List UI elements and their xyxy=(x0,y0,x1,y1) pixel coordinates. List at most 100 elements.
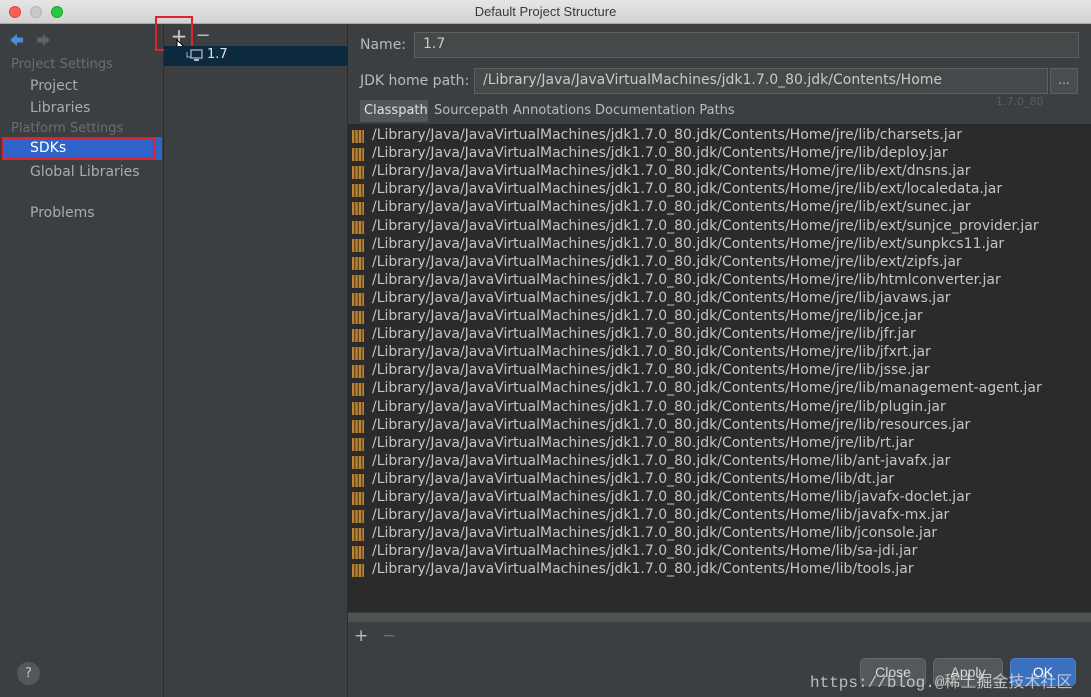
forward-arrow-icon[interactable] xyxy=(34,31,52,49)
project-settings-heading: Project Settings xyxy=(11,57,113,72)
classpath-row[interactable]: /Library/Java/JavaVirtualMachines/jdk1.7… xyxy=(348,525,1091,543)
classpath-entry: /Library/Java/JavaVirtualMachines/jdk1.7… xyxy=(372,181,1003,198)
sdk-list-item[interactable]: 1.7 xyxy=(164,46,348,66)
remove-path-button[interactable]: − xyxy=(382,626,396,646)
classpath-entry: /Library/Java/JavaVirtualMachines/jdk1.7… xyxy=(372,253,962,270)
horizontal-scrollbar[interactable] xyxy=(348,613,1091,622)
sdk-icon xyxy=(186,49,203,61)
classpath-entry: /Library/Java/JavaVirtualMachines/jdk1.7… xyxy=(372,416,971,433)
jar-icon xyxy=(352,148,364,162)
jar-icon xyxy=(352,184,364,198)
sdk-name-label: 1.7 xyxy=(207,47,228,62)
classpath-row[interactable]: /Library/Java/JavaVirtualMachines/jdk1.7… xyxy=(348,435,1091,453)
jar-icon xyxy=(352,365,364,379)
sdk-details-panel: Name: 1.7 JDK home path: /Library/Java/J… xyxy=(348,24,1091,697)
jar-icon xyxy=(352,437,364,451)
classpath-row[interactable]: /Library/Java/JavaVirtualMachines/jdk1.7… xyxy=(348,218,1091,236)
classpath-entry: /Library/Java/JavaVirtualMachines/jdk1.7… xyxy=(372,217,1039,234)
classpath-row[interactable]: /Library/Java/JavaVirtualMachines/jdk1.7… xyxy=(348,453,1091,471)
classpath-entry: /Library/Java/JavaVirtualMachines/jdk1.7… xyxy=(372,308,923,324)
classpath-entry: /Library/Java/JavaVirtualMachines/jdk1.7… xyxy=(372,470,895,487)
classpath-row[interactable]: /Library/Java/JavaVirtualMachines/jdk1.7… xyxy=(348,399,1091,417)
classpath-list[interactable]: /Library/Java/JavaVirtualMachines/jdk1.7… xyxy=(348,124,1091,612)
classpath-row[interactable]: /Library/Java/JavaVirtualMachines/jdk1.7… xyxy=(348,326,1091,344)
name-field[interactable]: 1.7 xyxy=(414,32,1079,58)
jar-icon xyxy=(352,528,364,542)
platform-settings-heading: Platform Settings xyxy=(11,121,124,136)
classpath-row[interactable]: /Library/Java/JavaVirtualMachines/jdk1.7… xyxy=(348,380,1091,398)
classpath-row[interactable]: /Library/Java/JavaVirtualMachines/jdk1.7… xyxy=(348,561,1091,579)
classpath-entry: /Library/Java/JavaVirtualMachines/jdk1.7… xyxy=(372,127,963,143)
back-arrow-icon[interactable] xyxy=(8,31,26,49)
classpath-entry: /Library/Java/JavaVirtualMachines/jdk1.7… xyxy=(372,344,931,361)
highlight-box-sdks xyxy=(2,137,155,160)
classpath-row[interactable]: /Library/Java/JavaVirtualMachines/jdk1.7… xyxy=(348,254,1091,272)
classpath-entry: /Library/Java/JavaVirtualMachines/jdk1.7… xyxy=(372,525,938,542)
classpath-entry: /Library/Java/JavaVirtualMachines/jdk1.7… xyxy=(372,452,951,469)
classpath-entry: /Library/Java/JavaVirtualMachines/jdk1.7… xyxy=(372,434,914,451)
tab-sourcepath[interactable]: Sourcepath xyxy=(430,100,510,122)
classpath-row[interactable]: /Library/Java/JavaVirtualMachines/jdk1.7… xyxy=(348,471,1091,489)
jar-icon xyxy=(352,455,364,469)
jdk-home-label: JDK home path: xyxy=(360,73,470,89)
classpath-row[interactable]: /Library/Java/JavaVirtualMachines/jdk1.7… xyxy=(348,236,1091,254)
classpath-entry: /Library/Java/JavaVirtualMachines/jdk1.7… xyxy=(372,289,951,306)
classpath-entry: /Library/Java/JavaVirtualMachines/jdk1.7… xyxy=(372,362,930,379)
classpath-row[interactable]: /Library/Java/JavaVirtualMachines/jdk1.7… xyxy=(348,344,1091,362)
jar-icon xyxy=(352,419,364,433)
sidebar-item-global-libraries[interactable]: Global Libraries xyxy=(30,164,140,180)
name-label: Name: xyxy=(360,37,407,53)
jar-icon xyxy=(352,292,364,306)
classpath-entry: /Library/Java/JavaVirtualMachines/jdk1.7… xyxy=(372,489,971,505)
watermark: https://blog.@稀土掘金技术社区 xyxy=(810,674,1073,692)
jar-icon xyxy=(352,274,364,288)
classpath-row[interactable]: /Library/Java/JavaVirtualMachines/jdk1.7… xyxy=(348,417,1091,435)
classpath-entry: /Library/Java/JavaVirtualMachines/jdk1.7… xyxy=(372,380,1042,397)
jar-icon xyxy=(352,238,364,252)
classpath-row[interactable]: /Library/Java/JavaVirtualMachines/jdk1.7… xyxy=(348,543,1091,561)
classpath-row[interactable]: /Library/Java/JavaVirtualMachines/jdk1.7… xyxy=(348,272,1091,290)
jar-icon xyxy=(352,510,364,524)
jar-icon xyxy=(352,202,364,216)
jar-icon xyxy=(352,383,364,397)
classpath-row[interactable]: /Library/Java/JavaVirtualMachines/jdk1.7… xyxy=(348,181,1091,199)
add-path-button[interactable]: + xyxy=(354,626,368,646)
classpath-row[interactable]: /Library/Java/JavaVirtualMachines/jdk1.7… xyxy=(348,199,1091,217)
classpath-entry: /Library/Java/JavaVirtualMachines/jdk1.7… xyxy=(372,235,1005,252)
classpath-entry: /Library/Java/JavaVirtualMachines/jdk1.7… xyxy=(372,271,1001,288)
jar-icon xyxy=(352,546,364,560)
jar-icon xyxy=(352,311,364,324)
sidebar-item-project[interactable]: Project xyxy=(30,78,78,94)
classpath-row[interactable]: /Library/Java/JavaVirtualMachines/jdk1.7… xyxy=(348,489,1091,507)
classpath-entry: /Library/Java/JavaVirtualMachines/jdk1.7… xyxy=(372,145,948,162)
jdk-home-field[interactable]: /Library/Java/JavaVirtualMachines/jdk1.7… xyxy=(474,68,1048,94)
classpath-row[interactable]: /Library/Java/JavaVirtualMachines/jdk1.7… xyxy=(348,507,1091,525)
browse-button[interactable]: ... xyxy=(1050,68,1078,94)
remove-sdk-button[interactable]: − xyxy=(194,26,212,48)
classpath-row[interactable]: /Library/Java/JavaVirtualMachines/jdk1.7… xyxy=(348,163,1091,181)
jar-icon xyxy=(352,256,364,270)
classpath-row[interactable]: /Library/Java/JavaVirtualMachines/jdk1.7… xyxy=(348,308,1091,326)
classpath-entry: /Library/Java/JavaVirtualMachines/jdk1.7… xyxy=(372,507,950,524)
jar-icon xyxy=(352,473,364,487)
classpath-row[interactable]: /Library/Java/JavaVirtualMachines/jdk1.7… xyxy=(348,127,1091,145)
jar-icon xyxy=(352,564,364,578)
sidebar-item-problems[interactable]: Problems xyxy=(30,205,95,221)
classpath-row[interactable]: /Library/Java/JavaVirtualMachines/jdk1.7… xyxy=(348,362,1091,380)
classpath-entry: /Library/Java/JavaVirtualMachines/jdk1.7… xyxy=(372,326,916,343)
jar-icon xyxy=(352,329,364,343)
tab-documentation-paths[interactable]: Documentation Paths xyxy=(591,100,735,122)
help-button[interactable]: ? xyxy=(17,662,40,685)
classpath-entry: /Library/Java/JavaVirtualMachines/jdk1.7… xyxy=(372,199,971,216)
tab-classpath[interactable]: Classpath xyxy=(360,100,428,122)
jar-icon xyxy=(352,347,364,361)
jar-icon xyxy=(352,492,364,505)
classpath-row[interactable]: /Library/Java/JavaVirtualMachines/jdk1.7… xyxy=(348,290,1091,308)
tab-annotations[interactable]: Annotations xyxy=(509,100,594,122)
classpath-row[interactable]: /Library/Java/JavaVirtualMachines/jdk1.7… xyxy=(348,145,1091,163)
settings-sidebar: Project Settings Project Libraries Platf… xyxy=(0,24,164,697)
jar-icon xyxy=(352,220,364,234)
sidebar-item-libraries[interactable]: Libraries xyxy=(30,100,90,116)
sdk-list-panel: + − 1.7 xyxy=(155,16,348,697)
classpath-entry: /Library/Java/JavaVirtualMachines/jdk1.7… xyxy=(372,163,971,180)
